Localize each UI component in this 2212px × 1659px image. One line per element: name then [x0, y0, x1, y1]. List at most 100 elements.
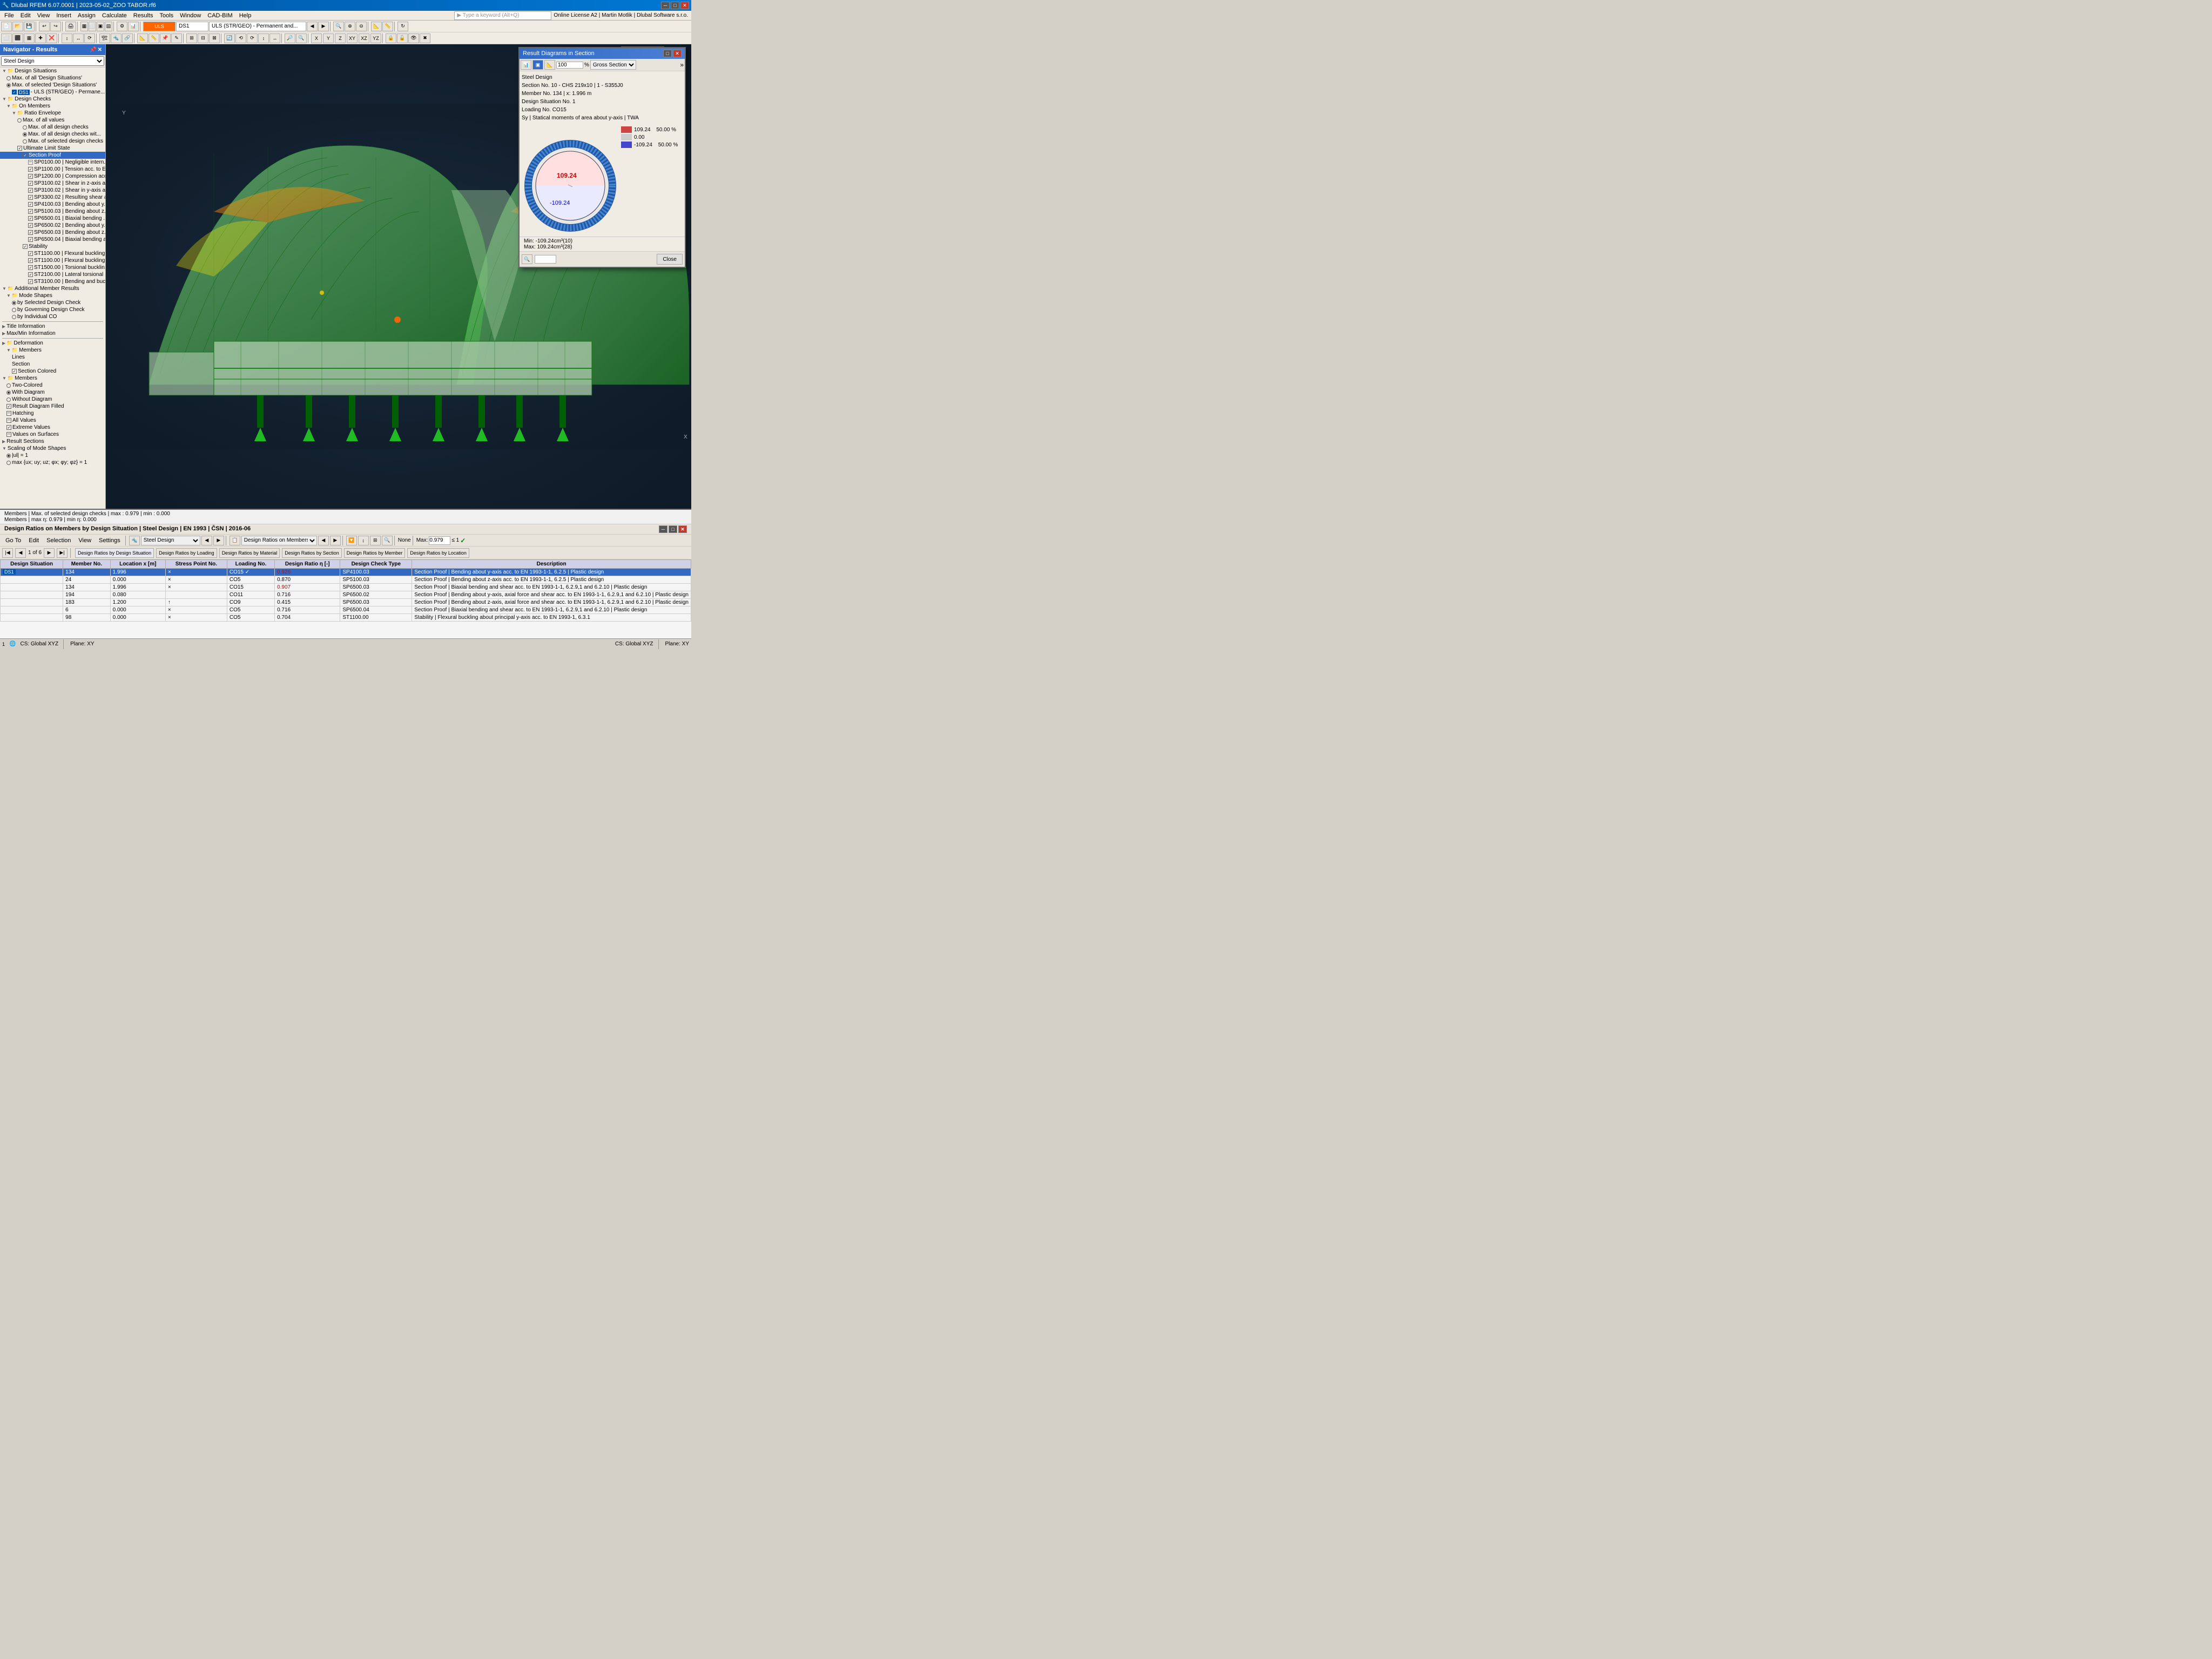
- radio-max-all-values[interactable]: [17, 118, 22, 123]
- tb-r2[interactable]: ⬛: [12, 33, 23, 43]
- nav-ds1[interactable]: ✓ DS1 - ULS (STR/GEO) - Permane...: [0, 89, 105, 96]
- nav-max-selected-dc[interactable]: Max. of selected design checks: [0, 138, 105, 145]
- title-bar-right[interactable]: ─ □ ✕: [661, 2, 689, 9]
- page-last-btn[interactable]: ▶|: [57, 548, 68, 558]
- cb-sp0100[interactable]: ─: [28, 160, 33, 165]
- zoom-input[interactable]: 100: [556, 62, 583, 69]
- bottom-panel-minimize[interactable]: ─: [659, 525, 667, 533]
- prev-ds-btn[interactable]: ◀: [201, 536, 212, 545]
- xy-btn[interactable]: XY: [347, 33, 358, 43]
- nav-by-individual-co[interactable]: by Individual CO: [0, 313, 105, 320]
- tb-r21[interactable]: ⟳: [247, 33, 258, 43]
- nav-values-on-surfaces[interactable]: ─ Values on Surfaces: [0, 431, 105, 438]
- radio-by-governing-dc[interactable]: [12, 308, 16, 312]
- tb-r28[interactable]: 👁: [408, 33, 419, 43]
- tb-r17[interactable]: ⊟: [198, 33, 208, 43]
- cb-values-surfaces[interactable]: ─: [6, 432, 11, 437]
- undo-btn[interactable]: ↩: [39, 22, 50, 31]
- viewport[interactable]: Y X X Y Z + X: [106, 44, 691, 509]
- radio-max-selected-ds[interactable]: [6, 83, 11, 87]
- nav-two-colored[interactable]: Two-Colored: [0, 382, 105, 389]
- nav-members2[interactable]: ▼ 📁 Members: [0, 375, 105, 382]
- table-icon[interactable]: 📋: [230, 536, 240, 545]
- nav-all-values[interactable]: ─ All Values: [0, 417, 105, 424]
- group-btn[interactable]: ⊞: [370, 536, 381, 545]
- minimize-btn[interactable]: ─: [661, 2, 670, 9]
- tb-r11[interactable]: 🔗: [122, 33, 133, 43]
- col-stress[interactable]: Stress Point No.: [165, 560, 227, 569]
- nav-design-situations[interactable]: ▼ 📁 Design Situations: [0, 68, 105, 75]
- tb9[interactable]: ⊖: [356, 22, 367, 31]
- print-btn[interactable]: 🖨: [65, 22, 76, 31]
- dialog-search-btn[interactable]: 🔍: [522, 254, 532, 264]
- design-ratios-section-tab[interactable]: Design Ratios by Section: [282, 548, 342, 558]
- table-row[interactable]: 1341.996×CO150.907SP6500.03Section Proof…: [1, 584, 691, 591]
- nav-prev[interactable]: ◀: [307, 22, 318, 31]
- design-ratios-material-tab[interactable]: Design Ratios by Material: [219, 548, 280, 558]
- cb-st1100b[interactable]: ✓: [28, 258, 33, 263]
- menu-calculate[interactable]: Calculate: [99, 11, 130, 21]
- page-next-btn[interactable]: ▶: [44, 548, 55, 558]
- tb5[interactable]: ⚙: [117, 22, 127, 31]
- nav-st2100[interactable]: ✓ ST2100.00 | Lateral torsional ...: [0, 271, 105, 278]
- tb-r10[interactable]: 🔩: [111, 33, 122, 43]
- tb-r12[interactable]: 📐: [137, 33, 148, 43]
- tb-r4[interactable]: ✚: [35, 33, 46, 43]
- tb7[interactable]: 🔍: [333, 22, 344, 31]
- table-menu-settings[interactable]: Settings: [96, 536, 124, 545]
- tb10[interactable]: 📐: [371, 22, 382, 31]
- menu-window[interactable]: Window: [177, 11, 204, 21]
- design-ratios-ds-tab[interactable]: Design Ratios by Design Situation: [75, 548, 154, 558]
- data-table-scroll[interactable]: Design Situation Member No. Location x […: [0, 559, 691, 638]
- nav-maxmin-info[interactable]: ▶ Max/Min Information: [0, 330, 105, 337]
- col-check-type[interactable]: Design Check Type: [340, 560, 412, 569]
- menu-cad-bim[interactable]: CAD-BIM: [204, 11, 235, 21]
- menu-file[interactable]: File: [1, 11, 17, 21]
- nav-sp3100a[interactable]: ✓ SP3100.02 | Shear in z-axis ac...: [0, 180, 105, 187]
- bottom-panel-close[interactable]: ✕: [678, 525, 687, 533]
- radio-max-all-dc-wit[interactable]: [23, 132, 27, 137]
- radio-max-ux[interactable]: [6, 461, 11, 465]
- nav-max-all-ds[interactable]: Max. of all 'Design Situations': [0, 75, 105, 82]
- table-row[interactable]: 1940.080CO110.716SP6500.02Section Proof …: [1, 591, 691, 599]
- table-design-dropdown[interactable]: Steel Design: [141, 536, 200, 545]
- page-prev-btn[interactable]: ◀: [15, 548, 26, 558]
- menu-insert[interactable]: Insert: [53, 11, 75, 21]
- x-axis-btn[interactable]: X: [311, 33, 322, 43]
- y-axis-btn[interactable]: Y: [323, 33, 334, 43]
- xyz-buttons[interactable]: X Y Z XY XZ YZ: [311, 33, 381, 43]
- tb-r7[interactable]: ↔: [73, 33, 84, 43]
- radio-by-individual-co[interactable]: [12, 315, 16, 319]
- tb-r16[interactable]: ⊞: [186, 33, 197, 43]
- cb-st1500[interactable]: ✓: [28, 265, 33, 270]
- search-table-btn[interactable]: 🔍: [382, 536, 393, 545]
- tb3[interactable]: ▣: [97, 22, 104, 31]
- radio-by-selected-dc[interactable]: [12, 301, 16, 305]
- nav-design-checks[interactable]: ▼ 📁 Design Checks: [0, 96, 105, 103]
- nav-sp4100[interactable]: ✓ SP4100.03 | Bending about y...: [0, 201, 105, 208]
- nav-section-colored[interactable]: ✓ Section Colored: [0, 368, 105, 375]
- bottom-panel-maximize[interactable]: □: [669, 525, 677, 533]
- result-dialog-maximize[interactable]: □: [663, 50, 672, 57]
- tb-r1[interactable]: ⬜: [1, 33, 12, 43]
- tb2[interactable]: ⬜: [89, 22, 96, 31]
- nav-sp6500d[interactable]: ✓ SP6500.04 | Biaxial bending a...: [0, 236, 105, 243]
- nav-section[interactable]: Section: [0, 361, 105, 368]
- cb-sp5100[interactable]: ✓: [28, 209, 33, 214]
- table-menu-goto[interactable]: Go To: [2, 536, 24, 545]
- tb8[interactable]: ⊕: [345, 22, 355, 31]
- nav-with-diagram[interactable]: With Diagram: [0, 389, 105, 396]
- next-ds-btn[interactable]: ▶: [213, 536, 224, 545]
- nav-result-diagram-filled[interactable]: ✓ Result Diagram Filled: [0, 403, 105, 410]
- tb4[interactable]: ▤: [105, 22, 112, 31]
- sort-btn[interactable]: ↕: [358, 536, 369, 545]
- nav-sp1200[interactable]: ✓ SP1200.00 | Compression acc....: [0, 173, 105, 180]
- nav-additional-member[interactable]: ▼ 📁 Additional Member Results: [0, 285, 105, 292]
- lc-dropdown[interactable]: ULS (STR/GEO) - Permanent and...: [209, 22, 306, 31]
- cb-sp6500d[interactable]: ✓: [28, 237, 33, 242]
- nav-pin-btn[interactable]: 📌: [90, 47, 96, 53]
- cb-st2100[interactable]: ✓: [28, 272, 33, 277]
- keyword-search[interactable]: ▶ Type a keyword (Alt+Q): [454, 11, 551, 20]
- new-btn[interactable]: 📄: [1, 22, 12, 31]
- save-btn[interactable]: 💾: [24, 22, 35, 31]
